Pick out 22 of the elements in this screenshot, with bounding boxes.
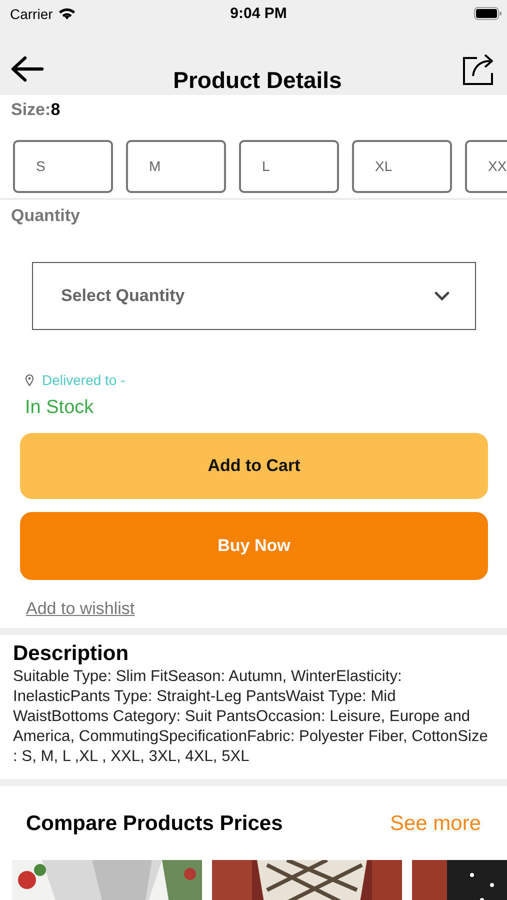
section-heading: Compare Products Prices [26, 812, 283, 836]
quantity-dropdown[interactable]: Select Quantity [32, 262, 476, 330]
size-option[interactable]: XL [352, 140, 452, 193]
description-text: Suitable Type: Slim FitSeason: Autumn, WinterElasticity: InelasticPants Type: Straight-Leg PantsWaist Type: Mid WaistBottoms Category: Suit PantsOccasion: Leisure, Europe and America, CommutingSpecificationFabric: Polyester Fiber, CottonSize : S, M, L ,XL , XXL, 3XL, 4XL, 5XL [13, 667, 489, 767]
status-time: 9:04 PM [230, 5, 287, 22]
size-option[interactable]: XX [465, 140, 507, 193]
stock-status: In Stock [24, 396, 95, 420]
location-pin-icon [25, 374, 34, 386]
carrier-name: Carrier [10, 6, 53, 22]
size-option[interactable]: L [239, 140, 339, 193]
size-option[interactable]: S [13, 140, 113, 193]
section-heading: Description [13, 641, 130, 667]
battery-icon [474, 7, 502, 20]
quantity-label: Quantity [10, 204, 81, 226]
back-arrow-icon[interactable] [10, 54, 44, 83]
wifi-icon [58, 7, 76, 20]
add-to-cart-button[interactable]: Add to Cart [20, 433, 488, 500]
page-title: Product Details [173, 66, 342, 94]
size-label: Size:8 [10, 98, 62, 120]
wishlist-link[interactable]: Add to wishlist [26, 598, 135, 618]
size-option[interactable]: M [126, 140, 226, 193]
chevron-down-icon [434, 291, 450, 302]
